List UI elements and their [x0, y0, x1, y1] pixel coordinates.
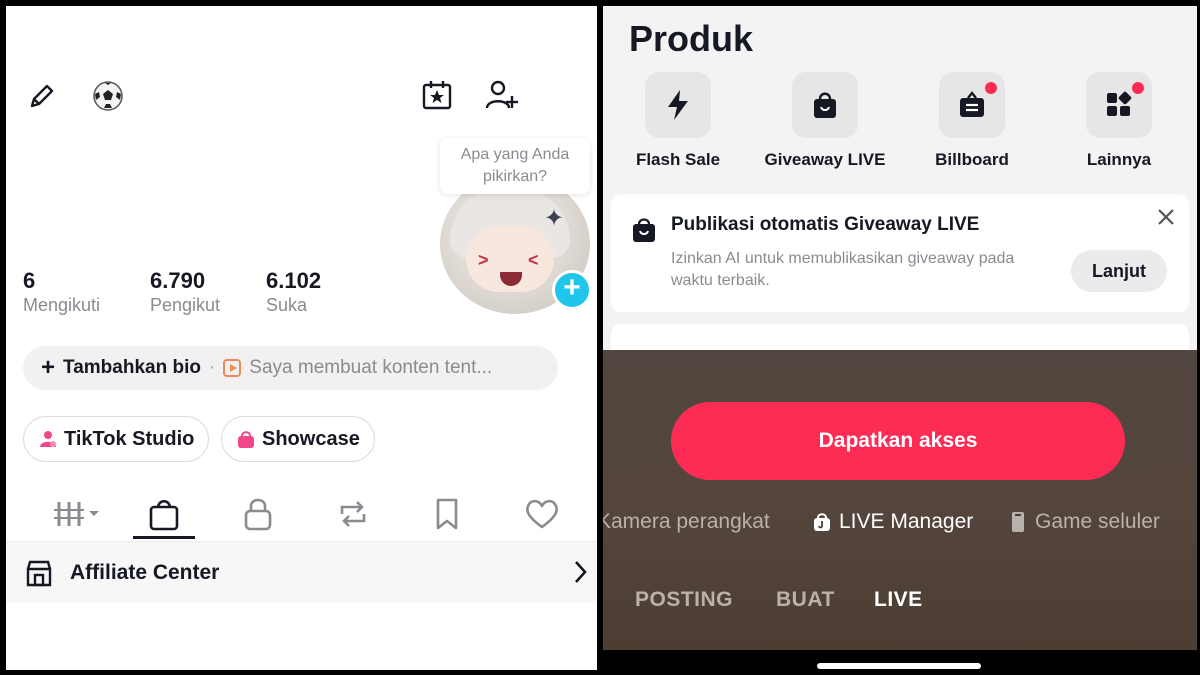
apps-icon: [1107, 91, 1132, 116]
repost-icon: [340, 501, 366, 527]
mode-label: Game seluler: [1035, 510, 1160, 533]
product-icon-box: [792, 72, 858, 138]
heart-icon: [526, 499, 558, 529]
gift-bag-icon: [633, 218, 655, 242]
stat-value: 6: [23, 268, 36, 293]
shopping-bag-icon: [149, 499, 179, 531]
separator: ·: [208, 357, 216, 378]
tab-shop[interactable]: [134, 486, 194, 542]
avatar-eye-right: <: [528, 250, 539, 270]
affiliate-center-row[interactable]: Affiliate Center: [6, 541, 597, 603]
tab-private[interactable]: [228, 486, 288, 542]
pill-label: TikTok Studio: [64, 427, 195, 450]
product-icon-box: [1086, 72, 1152, 138]
mode-mobile-game[interactable]: Game seluler: [1011, 510, 1160, 534]
stat-following[interactable]: 6 Mengikuti: [23, 268, 100, 316]
product-billboard[interactable]: Billboard: [897, 72, 1047, 170]
tab-posting[interactable]: POSTING: [635, 588, 733, 612]
product-giveaway-live[interactable]: Giveaway LIVE: [750, 72, 900, 170]
tab-videos[interactable]: [46, 486, 106, 542]
gift-bag-icon: [814, 92, 836, 118]
mode-label: Kamera perangkat: [603, 510, 770, 533]
bookmark-icon: [436, 498, 458, 530]
showcase-button[interactable]: Showcase: [221, 416, 375, 462]
store-icon: [26, 560, 52, 586]
edit-pencil-icon[interactable]: [24, 78, 60, 114]
person-icon: [40, 431, 56, 447]
page-title: Produk: [629, 18, 754, 59]
chevron-right-icon: [575, 561, 587, 583]
soccer-ball-icon[interactable]: [90, 78, 126, 114]
tab-reposts[interactable]: [323, 486, 383, 542]
stat-label: Suka: [266, 295, 308, 315]
lock-icon: [244, 498, 272, 531]
phone-icon: [1012, 512, 1024, 532]
shopping-bag-icon: [238, 431, 254, 448]
product-icon-box: [939, 72, 1005, 138]
profile-panel: Apa yang Anda pikirkan? > < ✦ + 6 Mengik…: [6, 6, 597, 670]
active-tab-indicator: [133, 536, 195, 539]
stat-followers[interactable]: 6.790 Pengikut: [150, 268, 220, 316]
close-icon[interactable]: [1155, 206, 1177, 228]
card-title: Publikasi otomatis Giveaway LIVE: [671, 214, 980, 235]
product-label: Flash Sale: [635, 150, 721, 169]
bag-icon: [814, 513, 830, 531]
product-label: Lainnya: [1086, 150, 1152, 169]
stat-label: Pengikut: [150, 295, 221, 315]
mode-live-manager[interactable]: LIVE Manager: [813, 510, 973, 534]
product-label: Billboard: [935, 150, 1009, 169]
stat-likes[interactable]: 6.102 Suka: [266, 268, 321, 316]
home-indicator[interactable]: [817, 663, 981, 669]
get-access-button[interactable]: Dapatkan akses: [671, 402, 1125, 480]
product-flash-sale[interactable]: Flash Sale: [603, 72, 753, 170]
notification-dot: [985, 82, 997, 94]
tab-create[interactable]: BUAT: [776, 588, 835, 612]
live-panel: Produk Flash Sale Giveaway LIVE Billboar…: [603, 6, 1197, 670]
profile-tabs: [6, 486, 597, 542]
tab-favorites[interactable]: [417, 486, 477, 542]
sparkle-icon: ✦: [544, 205, 565, 232]
calendar-star-icon[interactable]: [418, 76, 456, 114]
stat-value: 6.102: [266, 268, 322, 293]
avatar-eye-left: >: [478, 250, 489, 270]
play-icon: [223, 359, 242, 377]
product-label: Giveaway LIVE: [764, 150, 886, 169]
live-overlay: Dapatkan akses Kamera perangkat LIVE Man…: [603, 350, 1197, 670]
add-friend-icon[interactable]: [482, 76, 522, 114]
auto-publish-card: Publikasi otomatis Giveaway LIVE Izinkan…: [611, 194, 1189, 312]
bio-description: Saya membuat konten tent...: [249, 357, 493, 378]
tab-liked[interactable]: [512, 486, 572, 542]
product-more[interactable]: Lainnya: [1044, 72, 1194, 170]
add-story-button[interactable]: +: [552, 270, 592, 310]
affiliate-center-label: Affiliate Center: [70, 560, 220, 584]
lightning-icon: [668, 90, 688, 120]
stat-label: Mengikuti: [23, 295, 101, 315]
mode-label: LIVE Manager: [839, 510, 974, 533]
notification-dot: [1132, 82, 1144, 94]
product-icon-box: [645, 72, 711, 138]
stat-value: 6.790: [150, 268, 206, 293]
grid-icon: [54, 502, 99, 526]
plus-icon: +: [41, 354, 56, 381]
add-bio-button[interactable]: + Tambahkan bio · Saya membuat konten te…: [23, 346, 558, 390]
billboard-icon: [960, 91, 984, 117]
add-bio-label: Tambahkan bio: [63, 357, 201, 378]
continue-button[interactable]: Lanjut: [1071, 250, 1167, 292]
tiktok-studio-button[interactable]: TikTok Studio: [23, 416, 210, 462]
pill-label: Showcase: [262, 427, 360, 450]
card-description: Izinkan AI untuk memublikasikan giveaway…: [671, 250, 1015, 289]
live-mode-selector: Kamera perangkat LIVE Manager Game selul…: [603, 510, 1197, 540]
speech-bubble[interactable]: Apa yang Anda pikirkan?: [440, 138, 590, 194]
mode-device-camera[interactable]: Kamera perangkat: [603, 510, 770, 534]
tab-live[interactable]: LIVE: [874, 588, 923, 612]
